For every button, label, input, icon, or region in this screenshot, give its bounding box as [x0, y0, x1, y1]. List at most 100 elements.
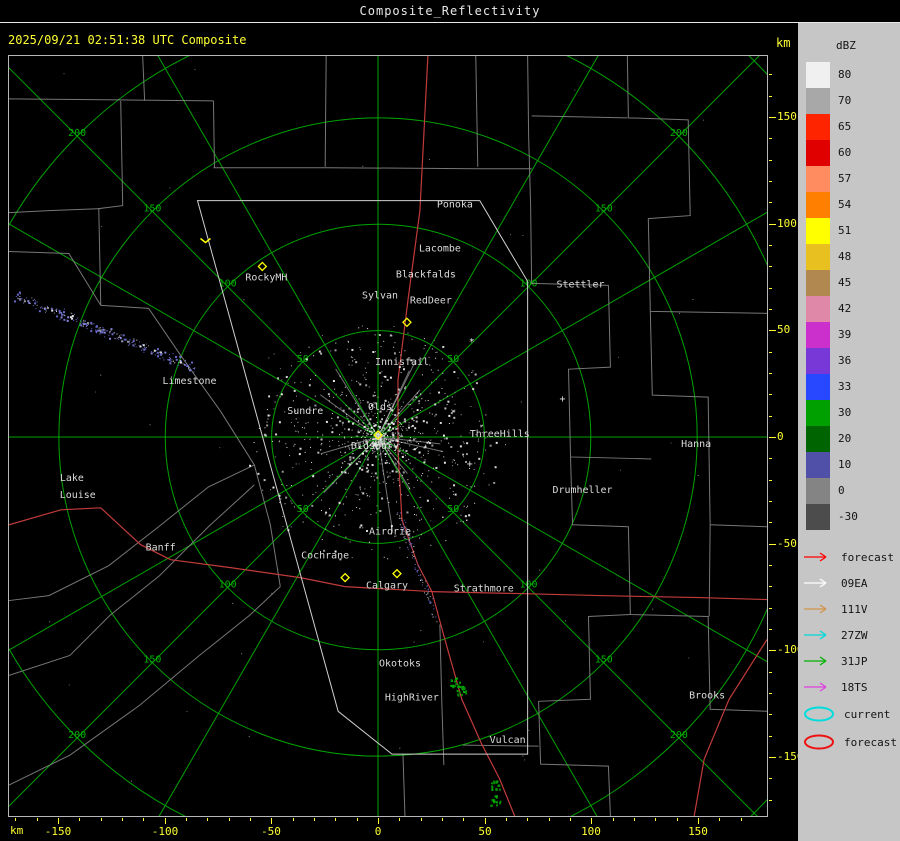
right-axis: 150100500-50-100-150: [769, 55, 799, 817]
city-label: HighRiver: [385, 692, 439, 703]
bottom-axis-tick: [378, 818, 379, 824]
colorbar-value: 20: [838, 426, 851, 452]
right-axis-label: 50: [777, 323, 790, 336]
bottom-axis-tick: [485, 818, 486, 824]
colorbar-swatch: [806, 374, 830, 400]
right-axis-tick: [769, 437, 776, 438]
bottom-axis-label: 0: [358, 825, 398, 838]
colorbar-value: 45: [838, 270, 851, 296]
bottom-axis-tick: [186, 818, 187, 821]
right-axis-tick: [769, 480, 772, 481]
colorbar-entry: -30: [798, 504, 900, 530]
colorbar-value: 10: [838, 452, 851, 478]
bottom-axis-tick: [250, 818, 251, 821]
right-axis-tick: [769, 800, 772, 801]
title-bar: Composite_Reflectivity: [0, 0, 900, 23]
legend-arrow-label: 31JP: [841, 655, 868, 668]
right-axis-tick: [769, 181, 772, 182]
bottom-axis-tick: [122, 818, 123, 821]
bottom-axis-label: 150: [678, 825, 718, 838]
right-axis-tick: [769, 160, 772, 161]
bottom-axis-tick: [399, 818, 400, 821]
right-axis-tick: [769, 74, 772, 75]
right-axis-tick: [769, 373, 772, 374]
bottom-axis-tick: [58, 818, 59, 824]
legend-arrow-label: 09EA: [841, 577, 868, 590]
bottom-axis-tick: [37, 818, 38, 821]
timestamp-label: 2025/09/21 02:51:38 UTC Composite: [8, 33, 246, 47]
legend-ellipse-label: current: [844, 708, 890, 721]
legend-ellipse-row: forecast: [798, 728, 900, 756]
city-label: Okotoks: [379, 658, 421, 669]
legend-arrow-icon: [803, 655, 835, 667]
legend-arrow-label: 111V: [841, 603, 868, 616]
colorbar-value: 51: [838, 218, 851, 244]
right-axis-tick: [769, 458, 772, 459]
colorbar-value: 54: [838, 192, 851, 218]
right-axis-tick: [769, 672, 772, 673]
bottom-axis: km -150-100-50050100150: [8, 818, 768, 841]
legend-arrow-label: 18TS: [841, 681, 868, 694]
ring-label: 150: [595, 203, 613, 214]
city-label: Hanna: [681, 439, 711, 450]
colorbar-swatch: [806, 296, 830, 322]
colorbar-entry: 42: [798, 296, 900, 322]
right-axis-tick: [769, 778, 772, 779]
right-axis-tick: [769, 266, 772, 267]
bottom-axis-tick: [698, 818, 699, 824]
colorbar-swatch: [806, 62, 830, 88]
colorbar-swatch: [806, 88, 830, 114]
ring-label: 200: [670, 730, 688, 741]
right-axis-tick: [769, 309, 772, 310]
point-marker: +: [467, 459, 473, 470]
legend-ellipse-row: current: [798, 700, 900, 728]
right-axis-tick: [769, 736, 772, 737]
point-marker: .: [440, 510, 446, 521]
city-label: Brooks: [689, 690, 725, 701]
colorbar-swatch: [806, 244, 830, 270]
city-label: Sylvan: [362, 290, 398, 301]
colorbar-entry: 0: [798, 478, 900, 504]
city-label: Airdrie: [369, 527, 411, 538]
colorbar-value: 48: [838, 244, 851, 270]
right-axis-tick: [769, 608, 772, 609]
bottom-axis-tick: [421, 818, 422, 821]
right-axis-tick: [769, 224, 776, 225]
bottom-axis-label: 100: [571, 825, 611, 838]
legend-ellipses: current forecast: [798, 700, 900, 756]
colorbar-swatch: [806, 140, 830, 166]
city-label: Sundre: [287, 406, 323, 417]
city-label: ThreeHills: [470, 429, 530, 440]
colorbar-entry: 80: [798, 62, 900, 88]
colorbar-value: 42: [838, 296, 851, 322]
right-axis-unit: km: [776, 36, 790, 50]
ring-label: 50: [297, 504, 309, 515]
colorbar-entry: 33: [798, 374, 900, 400]
right-axis-tick: [769, 330, 776, 331]
colorbar-value: -30: [838, 504, 858, 530]
colorbar-entry: 10: [798, 452, 900, 478]
city-label: Drumheller: [552, 485, 612, 496]
city-label: Cochrane: [301, 551, 349, 562]
city-label: Blackfalds: [396, 269, 456, 280]
ring-label: 100: [519, 579, 537, 590]
bottom-axis-tick: [207, 818, 208, 821]
ring-label: 200: [68, 730, 86, 741]
bottom-axis-unit: km: [10, 824, 23, 837]
right-axis-tick: [769, 522, 772, 523]
colorbar-swatch: [806, 348, 830, 374]
bottom-axis-tick: [719, 818, 720, 821]
colorbar-swatch: [806, 218, 830, 244]
colorbar-entry: 70: [798, 88, 900, 114]
colorbar-swatch: [806, 114, 830, 140]
city-label: Banff: [146, 543, 176, 554]
right-axis-tick: [769, 501, 772, 502]
colorbar-value: 60: [838, 140, 851, 166]
bottom-axis-tick: [143, 818, 144, 821]
legend-sidebar: dBZ 807065605754514845423936333020100-30…: [798, 23, 900, 841]
legend-arrow-row: 18TS: [798, 674, 900, 700]
city-label: Stettler: [556, 279, 604, 290]
colorbar-entry: 60: [798, 140, 900, 166]
colorbar-entry: 39: [798, 322, 900, 348]
colorbar-title: dBZ: [836, 39, 900, 52]
